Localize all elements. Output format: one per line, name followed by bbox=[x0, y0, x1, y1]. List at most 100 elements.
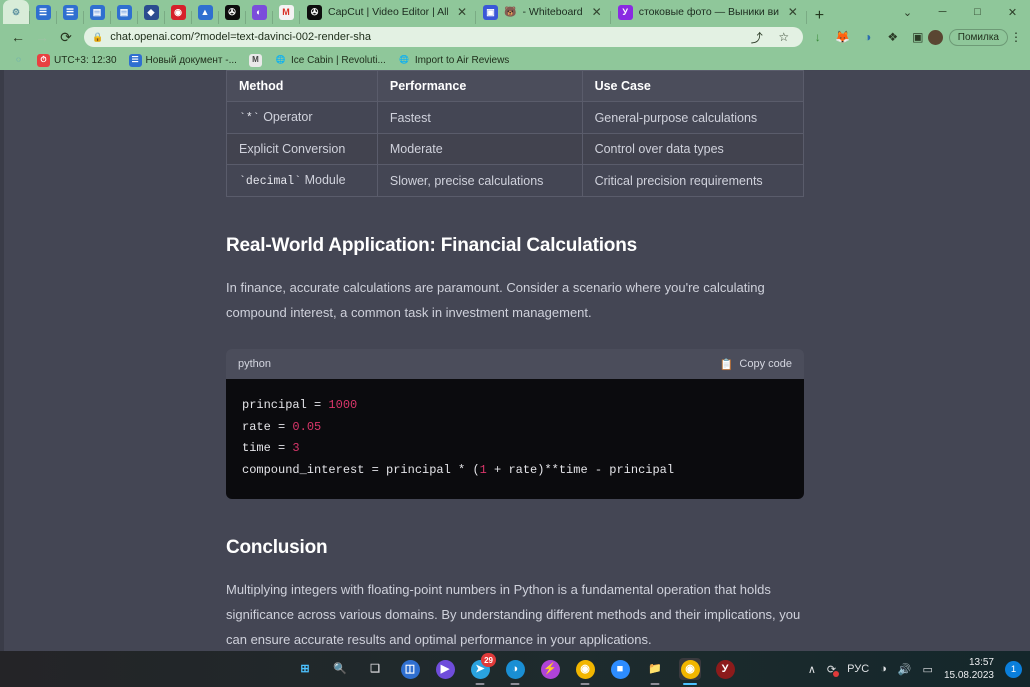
share-icon[interactable]: ⤴ bbox=[748, 28, 766, 46]
tab-emoji-icon: 🐻 bbox=[504, 6, 517, 18]
copy-code-button[interactable]: 📋 Copy code bbox=[720, 358, 792, 371]
folder-icon: 📁 bbox=[648, 662, 662, 675]
battery-icon[interactable]: ▭ bbox=[923, 663, 933, 676]
taskbar-chrome-2[interactable]: ◉ bbox=[679, 658, 701, 680]
taskbar-yandex[interactable]: У bbox=[714, 658, 736, 680]
bookmark-ice-cabin[interactable]: 🌐 Ice Cabin | Revoluti... bbox=[268, 54, 392, 67]
address-bar[interactable]: 🔒 chat.openai.com/?model=text-davinci-00… bbox=[84, 27, 803, 47]
tab-pinned-6[interactable]: ◆ bbox=[138, 0, 164, 24]
extension-pin-icon[interactable]: ↓ bbox=[809, 28, 827, 46]
back-button[interactable]: ← bbox=[6, 25, 30, 49]
tab-title: стоковые фото — Выники вишуку bbox=[638, 6, 779, 18]
yandex-icon: У bbox=[617, 4, 633, 20]
tab-close-icon[interactable]: ✕ bbox=[454, 6, 470, 18]
video-camera-icon: ▶ bbox=[435, 659, 455, 679]
volume-icon[interactable]: 🔊 bbox=[898, 663, 912, 676]
wifi-icon[interactable]: ◑ bbox=[880, 663, 887, 675]
taskbar-chrome-1[interactable]: ◉ bbox=[574, 658, 596, 680]
taskbar-edge[interactable]: ◑ bbox=[504, 658, 526, 680]
extension-moon-icon[interactable]: ◑ bbox=[859, 28, 877, 46]
bookmark-utc[interactable]: ⏱ UTC+3: 12:30 bbox=[31, 53, 123, 67]
tab-close-icon[interactable]: ✕ bbox=[589, 6, 605, 18]
error-button[interactable]: Помилка bbox=[948, 28, 1008, 46]
globe-icon: 🌐 bbox=[275, 55, 286, 64]
table-header-cell: Performance bbox=[376, 70, 583, 102]
cell-method-suffix: Operator bbox=[259, 110, 313, 124]
tab-capcut[interactable]: ✇ CapCut | Video Editor | All-In-On ✕ bbox=[300, 0, 475, 24]
taskbar-explorer[interactable]: 📁 bbox=[644, 658, 666, 680]
tab-stock-photos[interactable]: Устоковые фото — Выники вишуку ✕ bbox=[611, 0, 806, 24]
extensions-puzzle-icon[interactable]: ❖ bbox=[884, 28, 902, 46]
taskbar-zoom-app[interactable]: ▶ bbox=[434, 658, 456, 680]
tab-pinned-5[interactable]: ▤ bbox=[111, 0, 137, 24]
minimize-button[interactable]: ─ bbox=[925, 0, 960, 24]
bookmark-import-air[interactable]: 🌐 Import to Air Reviews bbox=[392, 54, 515, 67]
browser-menu-icon[interactable]: ⋮ bbox=[1008, 30, 1024, 44]
code-block-body[interactable]: principal = 1000 rate = 0.05 time = 3 compo… bbox=[226, 379, 804, 499]
taskbar-telegram[interactable]: ➤ 29 bbox=[469, 653, 496, 680]
bookmark-m[interactable]: M bbox=[243, 53, 268, 67]
tab-pinned-10[interactable]: ◐ bbox=[246, 0, 272, 24]
code-block: python 📋 Copy code principal = 1000 rate … bbox=[226, 349, 804, 499]
letter-m-icon: M bbox=[248, 53, 262, 67]
tab-pinned-2[interactable]: ☰ bbox=[30, 0, 56, 24]
apps-circle-icon: ◌ bbox=[16, 55, 21, 64]
globe-icon: 🌐 bbox=[399, 55, 410, 64]
tab-pinned-8[interactable]: ▲ bbox=[192, 0, 218, 24]
sync-icon[interactable]: ⟳ bbox=[827, 663, 840, 677]
cell-performance: Fastest bbox=[376, 101, 583, 134]
yandex-icon: У bbox=[715, 659, 735, 679]
search-button[interactable]: 🔍 bbox=[329, 658, 351, 680]
table-row: `decimal` Module Slower, precise calculat… bbox=[226, 164, 805, 197]
search-icon: 🔍 bbox=[333, 662, 347, 675]
bookmark-star-icon[interactable]: ☆ bbox=[775, 28, 793, 46]
window-controls: ⌄ ─ □ ✕ bbox=[890, 0, 1030, 24]
tab-pinned-11[interactable]: M bbox=[273, 0, 299, 24]
cell-performance: Slower, precise calculations bbox=[376, 164, 583, 197]
document-icon: ☰ bbox=[35, 4, 51, 20]
start-button[interactable]: ⊞ bbox=[294, 658, 316, 680]
cell-use-case: General-purpose calculations bbox=[581, 101, 805, 134]
tab-strip: ⚙ ☰ ☰ ▤ ▤ ◆ ◉ ▲ ✇ ◐ M ✇ CapCut | Video Editor | All… bbox=[0, 0, 1030, 24]
taskbar-messenger[interactable]: ⚡ bbox=[539, 658, 561, 680]
tab-whiteboard[interactable]: ▣ 🐻 - Whiteboard ✕ bbox=[476, 0, 610, 24]
tab-pinned-3[interactable]: ☰ bbox=[57, 0, 83, 24]
maximize-button[interactable]: □ bbox=[960, 0, 995, 24]
document-icon: ☰ bbox=[62, 4, 78, 20]
clock-time: 13:57 bbox=[968, 657, 994, 668]
tab-pinned-4[interactable]: ▤ bbox=[84, 0, 110, 24]
language-indicator[interactable]: РУС bbox=[847, 663, 869, 675]
code-line: compound_interest = principal * (1 + rat… bbox=[242, 462, 675, 477]
slides-icon: ▤ bbox=[89, 4, 105, 20]
sidepanel-icon[interactable]: ▣ bbox=[909, 28, 927, 46]
code-number-literal: 3 bbox=[292, 441, 300, 455]
tab-pinned-7[interactable]: ◉ bbox=[165, 0, 191, 24]
edge-icon: ◑ bbox=[505, 659, 525, 679]
paragraph-conclusion: Multiplying integers with floating-point… bbox=[226, 582, 801, 647]
widgets-button[interactable]: ◫ bbox=[399, 658, 421, 680]
tab-close-icon[interactable]: ✕ bbox=[785, 6, 801, 18]
forward-button[interactable]: → bbox=[30, 25, 54, 49]
bookmark-apps[interactable]: ◌ bbox=[6, 54, 31, 67]
tab-search-button[interactable]: ⌄ bbox=[890, 0, 925, 24]
tray-chevron-icon[interactable]: ∧ bbox=[808, 663, 816, 676]
gmail-icon: M bbox=[278, 4, 294, 20]
close-button[interactable]: ✕ bbox=[995, 0, 1030, 24]
extension-fox-icon[interactable]: 🦊 bbox=[834, 28, 852, 46]
cell-performance: Moderate bbox=[376, 133, 583, 165]
clock[interactable]: 13:57 15.08.2023 bbox=[944, 656, 994, 682]
task-view-button[interactable]: ❑ bbox=[364, 658, 386, 680]
notification-badge[interactable]: 1 bbox=[1005, 660, 1022, 678]
tab-pinned-9[interactable]: ✇ bbox=[219, 0, 245, 24]
bookmark-new-doc[interactable]: ☰ Новый документ -... bbox=[123, 53, 243, 67]
taskbar-zoom[interactable]: ■ bbox=[609, 658, 631, 680]
avatar[interactable] bbox=[927, 28, 945, 46]
code-number-literal: 1 bbox=[479, 462, 487, 477]
code-language-label: python bbox=[238, 358, 272, 370]
location-pin-icon: ◆ bbox=[143, 4, 159, 20]
table-header-cell: Use Case bbox=[581, 70, 805, 102]
tab-pinned-1[interactable]: ⚙ bbox=[3, 0, 29, 24]
upload-icon: ▲ bbox=[197, 4, 213, 20]
reload-button[interactable]: ⟳ bbox=[54, 25, 78, 49]
new-tab-button[interactable]: + bbox=[807, 8, 832, 24]
